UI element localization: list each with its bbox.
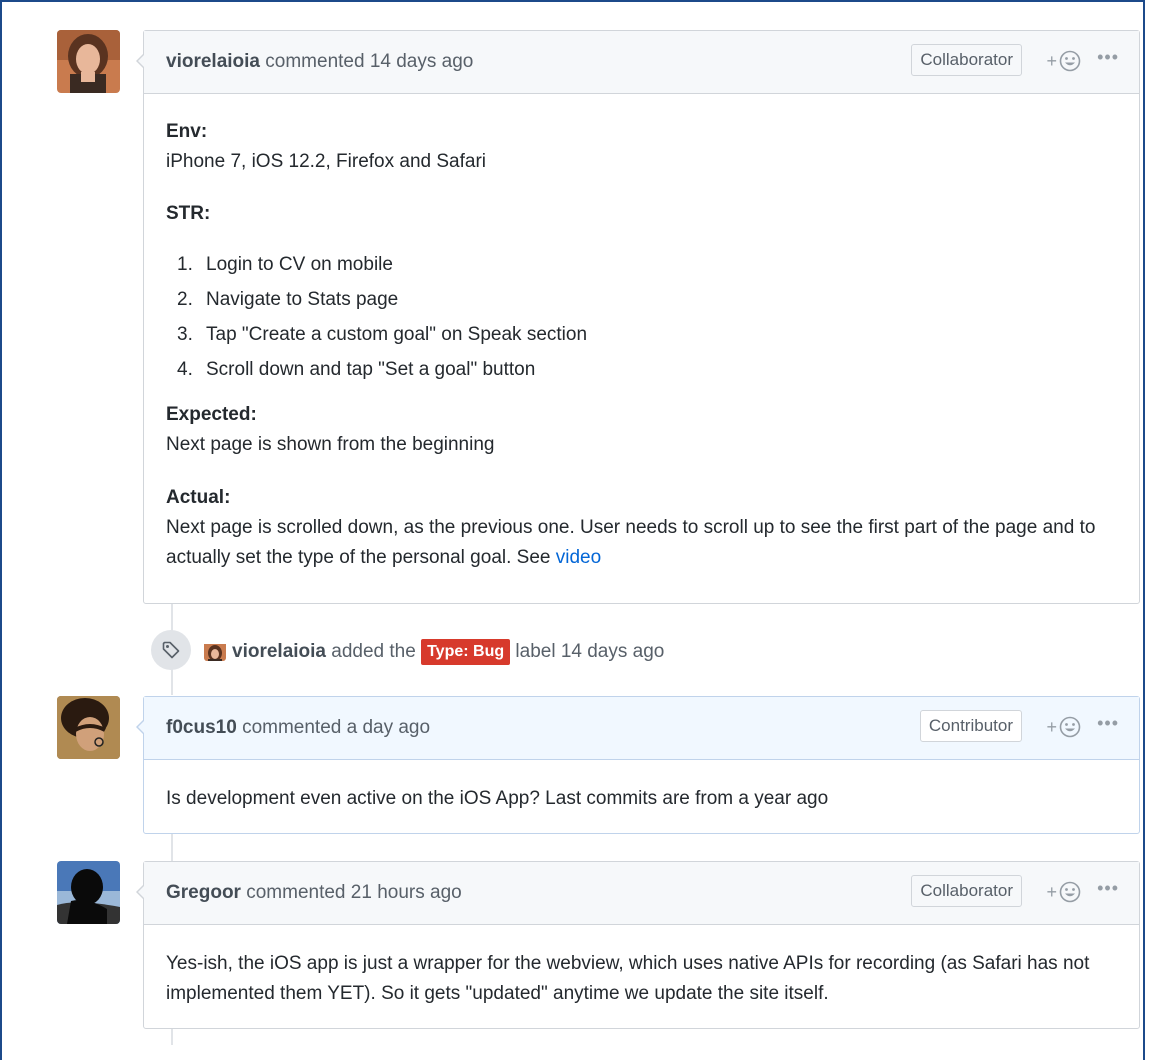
smiley-icon [1059,716,1081,738]
more-options-button[interactable]: ••• [1097,713,1119,734]
comment-card: viorelaioia commented 14 days ago Collab… [136,30,1140,604]
avatar[interactable] [57,696,120,759]
plus-sign: + [1046,881,1057,902]
timeline-line [171,1029,173,1045]
actual-heading: Actual: [166,487,231,508]
comment-card: Gregoor commented 21 hours ago Collabora… [136,861,1140,1029]
comment-body: Yes-ish, the iOS app is just a wrapper f… [144,925,1139,1009]
comment-header: f0cus10 commented a day ago Contributor … [144,697,1139,760]
list-item: 3. Tap "Create a custom goal" on Speak se… [177,324,588,345]
expected-text: Next page is shown from the beginning [166,434,495,455]
env-text: iPhone 7, iOS 12.2, Firefox and Safari [166,151,487,172]
more-options-button[interactable]: ••• [1097,878,1119,899]
comment-body-content: Env: iPhone 7, iOS 12.2, Firefox and Saf… [166,117,1117,573]
mini-avatar[interactable] [204,639,226,661]
comment-header: Gregoor commented 21 hours ago Collabora… [144,862,1139,925]
comment-card: f0cus10 commented a day ago Contributor … [136,696,1140,834]
event-text: viorelaioia added the Type: Bug label 14… [204,630,664,674]
str-heading: STR: [166,203,211,224]
role-badge: Collaborator [911,875,1022,907]
comment-text: Is development even active on the iOS Ap… [166,788,829,809]
comment-header-text: Gregoor commented 21 hours ago [166,862,462,924]
role-badge: Contributor [919,710,1022,742]
smiley-icon [1059,881,1081,903]
comment-body [144,31,1139,117]
plus-sign: + [1046,716,1057,737]
add-reaction-button[interactable]: + [1046,715,1081,739]
comment-body: Is development even active on the iOS Ap… [144,760,1139,814]
comment-meta[interactable]: commented a day ago [242,717,430,738]
timeline-line [171,833,173,861]
comment-header-text: f0cus10 commented a day ago [166,697,430,759]
expected-heading: Expected: [166,404,257,425]
comment-text: Yes-ish, the iOS app is just a wrapper f… [166,953,1090,1004]
video-link[interactable]: video [556,547,601,568]
label-event: viorelaioia added the Type: Bug label 14… [151,630,1051,674]
add-reaction-button[interactable]: + [1046,880,1081,904]
steps-list: 1. Login to CV on mobile 2. Navigate to St… [166,247,1117,387]
event-action: added the [331,641,416,662]
list-item: 2. Navigate to Stats page [177,289,399,310]
env-heading: Env: [166,121,208,142]
author-link[interactable]: f0cus10 [166,717,237,738]
author-link[interactable]: Gregoor [166,882,241,903]
avatar[interactable] [57,30,120,93]
list-item: 4. Scroll down and tap "Set a goal" butto… [177,359,536,380]
comment-meta[interactable]: commented 21 hours ago [246,882,461,903]
list-item: 1. Login to CV on mobile [177,254,393,275]
label-badge[interactable]: Type: Bug [421,639,511,665]
event-suffix: label 14 days ago [515,641,665,662]
tag-icon [151,630,191,670]
actual-text: Next page is scrolled down, as the previ… [166,517,1096,568]
avatar[interactable] [57,861,120,924]
event-actor-link[interactable]: viorelaioia [232,641,326,662]
